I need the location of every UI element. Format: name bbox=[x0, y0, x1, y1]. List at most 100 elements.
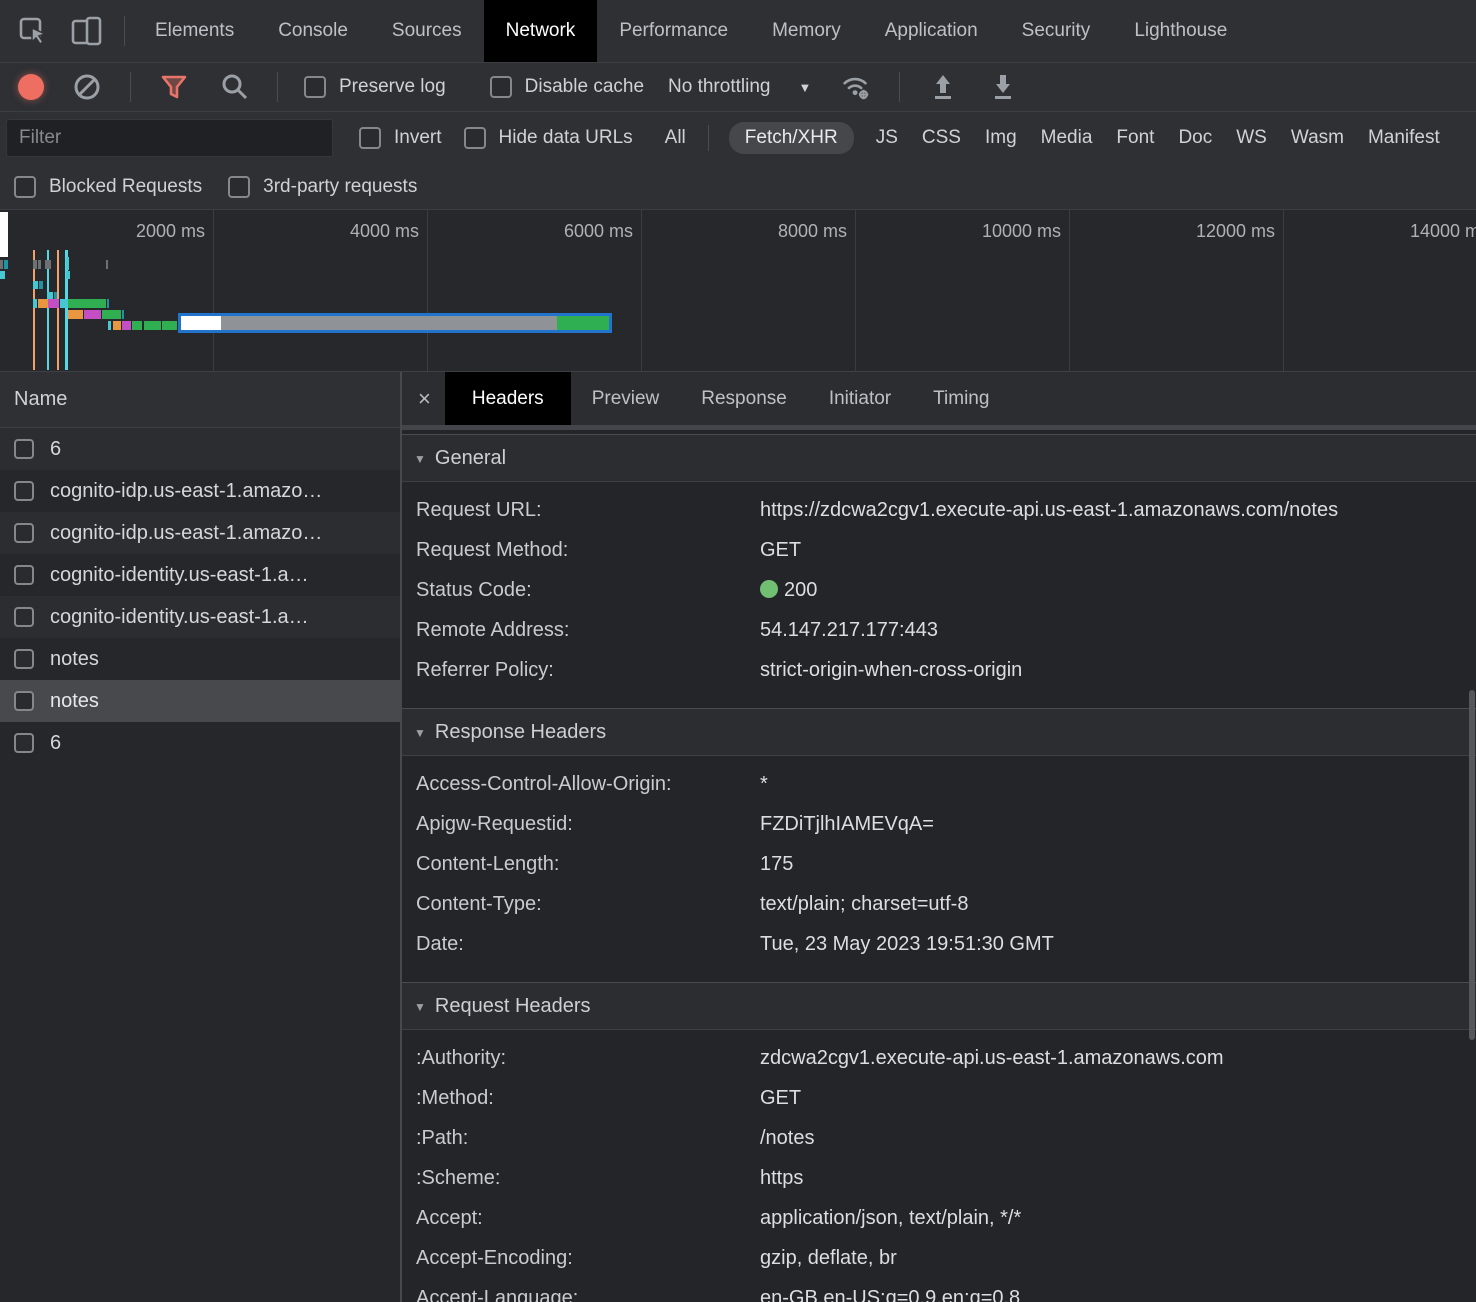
section-title: Request Headers bbox=[435, 995, 591, 1018]
overview-waterfall[interactable]: 2000 ms4000 ms6000 ms8000 ms10000 ms1200… bbox=[0, 210, 1476, 372]
blocked-requests-checkbox[interactable] bbox=[14, 176, 36, 198]
type-font[interactable]: Font bbox=[1114, 122, 1156, 154]
type-doc[interactable]: Doc bbox=[1176, 122, 1214, 154]
tab-initiator[interactable]: Initiator bbox=[808, 372, 912, 425]
type-wasm[interactable]: Wasm bbox=[1289, 122, 1346, 154]
filter-input[interactable] bbox=[6, 119, 333, 157]
search-icon[interactable] bbox=[217, 70, 251, 104]
disable-cache-toggle[interactable]: Disable cache bbox=[490, 76, 644, 98]
header-key: :Scheme: bbox=[416, 1167, 760, 1190]
request-row[interactable]: cognito-idp.us-east-1.amazo… bbox=[0, 512, 400, 554]
preserve-log-toggle[interactable]: Preserve log bbox=[304, 76, 446, 98]
clear-icon[interactable] bbox=[70, 70, 104, 104]
third-party-requests-checkbox[interactable] bbox=[228, 176, 250, 198]
hide-data-urls-checkbox[interactable] bbox=[464, 127, 486, 149]
overview-gridline bbox=[641, 210, 642, 371]
vertical-scrollbar[interactable] bbox=[1469, 690, 1475, 1040]
network-conditions-icon[interactable] bbox=[839, 70, 873, 104]
waterfall-bar bbox=[60, 299, 68, 308]
header-key: Remote Address: bbox=[416, 619, 760, 642]
header-key: Accept: bbox=[416, 1207, 760, 1230]
selected-request-bar[interactable] bbox=[178, 313, 612, 333]
header-value: text/plain; charset=utf-8 bbox=[760, 893, 968, 916]
request-row[interactable]: notes bbox=[0, 638, 400, 680]
type-ws[interactable]: WS bbox=[1234, 122, 1269, 154]
overview-left-handle[interactable] bbox=[0, 212, 8, 257]
device-toolbar-icon[interactable] bbox=[70, 14, 104, 48]
waterfall-bar bbox=[0, 271, 5, 279]
record-icon[interactable] bbox=[18, 74, 44, 100]
tab-memory[interactable]: Memory bbox=[750, 0, 863, 62]
request-row-checkbox[interactable] bbox=[14, 439, 34, 459]
waterfall-bar bbox=[33, 281, 38, 289]
overview-gridline bbox=[1283, 210, 1284, 371]
type-fetch-xhr[interactable]: Fetch/XHR bbox=[729, 122, 854, 154]
tab-headers[interactable]: Headers bbox=[445, 372, 571, 425]
header-key: Apigw-Requestid: bbox=[416, 813, 760, 836]
request-row-checkbox[interactable] bbox=[14, 733, 34, 753]
invert-label: Invert bbox=[394, 127, 442, 149]
overview-tick-label: 2000 ms bbox=[109, 221, 205, 242]
tab-performance[interactable]: Performance bbox=[597, 0, 750, 62]
header-key: Request Method: bbox=[416, 539, 760, 562]
hide-data-urls-toggle[interactable]: Hide data URLs bbox=[464, 127, 633, 149]
tab-sources[interactable]: Sources bbox=[370, 0, 484, 62]
filter-icon[interactable] bbox=[157, 70, 191, 104]
detail-tabbar: × Headers Preview Response Initiator Tim… bbox=[402, 372, 1476, 425]
tab-response[interactable]: Response bbox=[680, 372, 808, 425]
request-row-checkbox[interactable] bbox=[14, 649, 34, 669]
requests-panel: Name 6 cognito-idp.us-east-1.amazo… cogn… bbox=[0, 372, 402, 1302]
tab-timing[interactable]: Timing bbox=[912, 372, 1010, 425]
waterfall-bar bbox=[122, 321, 131, 330]
request-row-checkbox[interactable] bbox=[14, 691, 34, 711]
request-row-checkbox[interactable] bbox=[14, 481, 34, 501]
request-row[interactable]: 6 bbox=[0, 428, 400, 470]
inspect-element-icon[interactable] bbox=[16, 14, 50, 48]
section-response-headers-header[interactable]: ▼ Response Headers bbox=[402, 708, 1476, 756]
request-row[interactable]: cognito-idp.us-east-1.amazo… bbox=[0, 470, 400, 512]
tab-security[interactable]: Security bbox=[1000, 0, 1113, 62]
export-har-icon[interactable] bbox=[986, 70, 1020, 104]
third-party-requests-toggle[interactable]: 3rd-party requests bbox=[228, 176, 417, 198]
request-name: cognito-idp.us-east-1.amazo… bbox=[50, 522, 322, 545]
tab-console[interactable]: Console bbox=[256, 0, 370, 62]
header-row: Request URL: https://zdcwa2cgv1.execute-… bbox=[402, 490, 1476, 530]
devtools-window: Elements Console Sources Network Perform… bbox=[0, 0, 1476, 1302]
tab-application[interactable]: Application bbox=[863, 0, 1000, 62]
request-row-checkbox[interactable] bbox=[14, 523, 34, 543]
import-har-icon[interactable] bbox=[926, 70, 960, 104]
tab-preview[interactable]: Preview bbox=[571, 372, 681, 425]
chevron-down-icon: ▼ bbox=[798, 80, 811, 95]
section-request-headers-header[interactable]: ▼ Request Headers bbox=[402, 982, 1476, 1030]
type-img[interactable]: Img bbox=[983, 122, 1019, 154]
close-icon[interactable]: × bbox=[402, 372, 445, 425]
request-row-selected[interactable]: notes bbox=[0, 680, 400, 722]
throttling-select[interactable]: No throttling ▼ bbox=[668, 76, 811, 98]
request-row[interactable]: cognito-identity.us-east-1.a… bbox=[0, 554, 400, 596]
type-all[interactable]: All bbox=[663, 122, 688, 154]
tab-lighthouse[interactable]: Lighthouse bbox=[1112, 0, 1249, 62]
invert-checkbox[interactable] bbox=[359, 127, 381, 149]
section-general-header[interactable]: ▼ General bbox=[402, 434, 1476, 482]
preserve-log-checkbox[interactable] bbox=[304, 76, 326, 98]
request-row[interactable]: cognito-identity.us-east-1.a… bbox=[0, 596, 400, 638]
request-details-panel: × Headers Preview Response Initiator Tim… bbox=[402, 372, 1476, 1302]
tab-elements[interactable]: Elements bbox=[133, 0, 256, 62]
blocked-requests-toggle[interactable]: Blocked Requests bbox=[14, 176, 202, 198]
tab-network[interactable]: Network bbox=[484, 0, 598, 62]
request-row-checkbox[interactable] bbox=[14, 607, 34, 627]
preserve-log-label: Preserve log bbox=[339, 76, 446, 98]
type-manifest[interactable]: Manifest bbox=[1366, 122, 1442, 154]
header-key: :Authority: bbox=[416, 1047, 760, 1070]
type-media[interactable]: Media bbox=[1039, 122, 1095, 154]
name-column-header[interactable]: Name bbox=[0, 372, 400, 428]
request-row-checkbox[interactable] bbox=[14, 565, 34, 585]
disable-cache-checkbox[interactable] bbox=[490, 76, 512, 98]
overview-tick-label: 8000 ms bbox=[751, 221, 847, 242]
type-css[interactable]: CSS bbox=[920, 122, 963, 154]
request-row[interactable]: 6 bbox=[0, 722, 400, 764]
overview-tick-label: 14000 ms bbox=[1393, 221, 1476, 242]
waterfall-bar bbox=[39, 281, 43, 289]
type-js[interactable]: JS bbox=[874, 122, 900, 154]
invert-toggle[interactable]: Invert bbox=[359, 127, 442, 149]
